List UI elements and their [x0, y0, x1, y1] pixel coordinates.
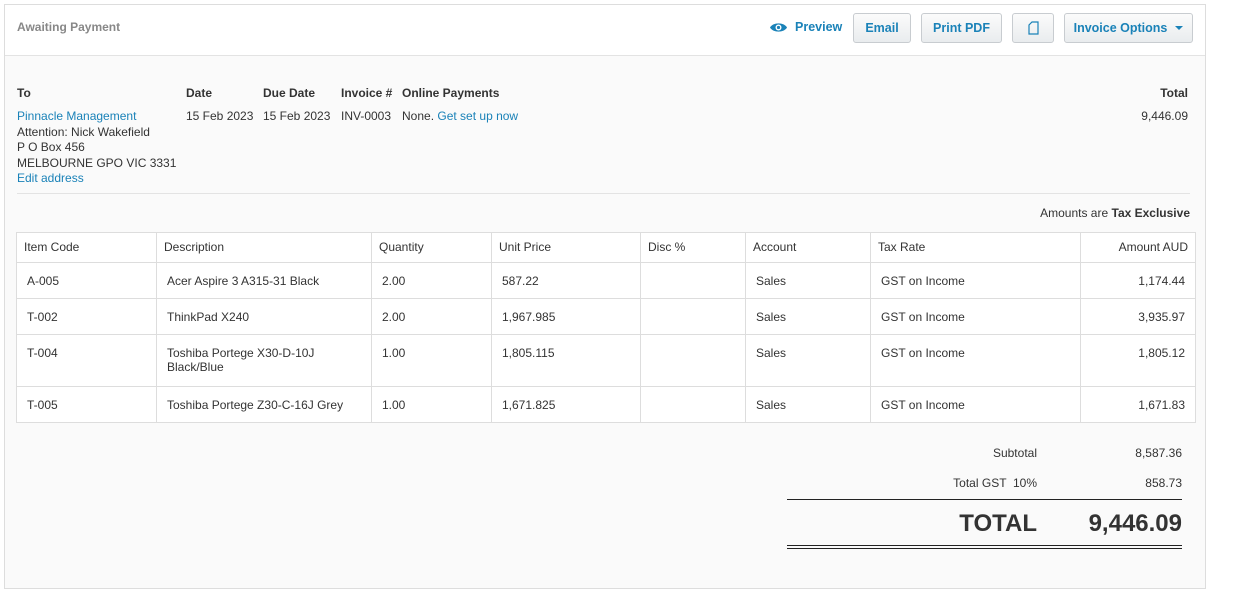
contact-link[interactable]: Pinnacle Management: [17, 109, 136, 123]
column-header: Quantity: [371, 232, 492, 263]
subtotal-label: Subtotal: [992, 446, 1037, 460]
table-cell[interactable]: [640, 262, 746, 299]
table-cell[interactable]: T-002: [16, 298, 157, 335]
table-cell[interactable]: ThinkPad X240: [156, 298, 372, 335]
preview-label: Preview: [795, 20, 843, 34]
date-label: Date: [186, 86, 213, 100]
invoice-options-button[interactable]: Invoice Options: [1064, 13, 1193, 43]
table-cell[interactable]: [640, 386, 746, 423]
address-line-1: P O Box 456: [17, 140, 85, 154]
table-cell[interactable]: T-005: [16, 386, 157, 423]
get-set-up-link[interactable]: Get set up now: [437, 109, 518, 123]
email-button[interactable]: Email: [853, 13, 911, 43]
table-cell[interactable]: 1,174.44: [1080, 262, 1196, 299]
table-cell[interactable]: Toshiba Portege Z30-C-16J Grey: [156, 386, 372, 423]
column-header: Description: [156, 232, 372, 263]
document-icon: [1027, 21, 1039, 35]
preview-button[interactable]: Preview: [770, 20, 842, 34]
table-cell[interactable]: 1,967.985: [491, 298, 641, 335]
invoice-number-label: Invoice #: [341, 86, 393, 100]
address-line-2: MELBOURNE GPO VIC 3331: [17, 155, 177, 170]
invoice-options-label: Invoice Options: [1073, 21, 1168, 35]
table-cell[interactable]: GST on Income: [870, 386, 1081, 423]
amounts-are-label: Amounts are: [1040, 206, 1109, 220]
total-label: Total: [1160, 86, 1188, 100]
table-cell[interactable]: GST on Income: [870, 334, 1081, 387]
total-value: 9,446.09: [1141, 109, 1188, 123]
invoice-card: Awaiting Payment Preview Email Print PDF…: [4, 4, 1206, 589]
table-cell[interactable]: Sales: [745, 262, 871, 299]
total-rule: [787, 499, 1182, 500]
due-date: 15 Feb 2023: [263, 109, 331, 123]
table-cell[interactable]: A-005: [16, 262, 157, 299]
table-row[interactable]: T-002 ThinkPad X240 2.00 1,967.985 Sales GST …: [16, 298, 1196, 335]
table-cell[interactable]: 1.00: [371, 386, 492, 423]
print-pdf-button[interactable]: Print PDF: [921, 13, 1002, 43]
column-header: Disc %: [640, 232, 746, 263]
online-payments-status: None.: [402, 109, 435, 123]
column-header: Tax Rate: [870, 232, 1081, 263]
invoice-number: INV-0003: [341, 109, 392, 123]
invoice-date: 15 Feb 2023: [186, 109, 254, 123]
table-cell[interactable]: [640, 334, 746, 387]
column-header: Item Code: [16, 232, 157, 263]
table-cell[interactable]: 3,935.97: [1080, 298, 1196, 335]
table-cell[interactable]: 587.22: [491, 262, 641, 299]
table-cell[interactable]: Sales: [745, 298, 871, 335]
table-cell[interactable]: 2.00: [371, 262, 492, 299]
line-items-table: Item Code Description Quantity Unit Price Di…: [16, 232, 1196, 423]
table-cell[interactable]: GST on Income: [870, 298, 1081, 335]
status-label: Awaiting Payment: [17, 20, 121, 34]
grand-total-label: TOTAL: [959, 510, 1037, 537]
column-header: Account: [745, 232, 871, 263]
table-cell[interactable]: 1,671.83: [1080, 386, 1196, 423]
table-cell[interactable]: Toshiba Portege X30-D-10J Black/Blue: [156, 334, 372, 387]
table-cell[interactable]: Sales: [745, 334, 871, 387]
table-cell[interactable]: [640, 298, 746, 335]
table-cell[interactable]: Acer Aspire 3 A315-31 Black: [156, 262, 372, 299]
table-row[interactable]: A-005 Acer Aspire 3 A315-31 Black 2.00 587.…: [16, 262, 1196, 299]
gst-label: Total GST 10%: [953, 476, 1037, 490]
table-cell[interactable]: Sales: [745, 386, 871, 423]
copy-button[interactable]: [1012, 13, 1054, 43]
online-payments-label: Online Payments: [402, 86, 500, 100]
caret-down-icon: [1175, 26, 1184, 34]
edit-address-link[interactable]: Edit address: [17, 171, 84, 185]
table-cell[interactable]: 1,671.825: [491, 386, 641, 423]
column-header: Amount AUD: [1080, 232, 1196, 263]
gst-value: 858.73: [1145, 476, 1182, 490]
double-rule: [787, 545, 1182, 549]
table-cell[interactable]: 2.00: [371, 298, 492, 335]
table-cell[interactable]: 1.00: [371, 334, 492, 387]
table-cell[interactable]: T-004: [16, 334, 157, 387]
invoice-header: Awaiting Payment Preview Email Print PDF…: [5, 5, 1205, 56]
table-cell[interactable]: GST on Income: [870, 262, 1081, 299]
attention: Attention: Nick Wakefield: [17, 124, 150, 139]
grand-total-value: 9,446.09: [1088, 510, 1182, 537]
table-cell[interactable]: 1,805.115: [491, 334, 641, 387]
table-row[interactable]: T-005 Toshiba Portege Z30-C-16J Grey 1.00 1…: [16, 386, 1196, 423]
table-cell[interactable]: 1,805.12: [1080, 334, 1196, 387]
table-row[interactable]: T-004 Toshiba Portege X30-D-10J Black/Blu…: [16, 334, 1196, 387]
divider: [17, 193, 1190, 194]
column-header: Unit Price: [491, 232, 641, 263]
due-date-label: Due Date: [263, 86, 316, 100]
subtotal-value: 8,587.36: [1135, 446, 1182, 460]
tax-mode: Tax Exclusive: [1111, 206, 1191, 220]
to-label: To: [17, 86, 31, 100]
eye-icon: [770, 22, 787, 32]
